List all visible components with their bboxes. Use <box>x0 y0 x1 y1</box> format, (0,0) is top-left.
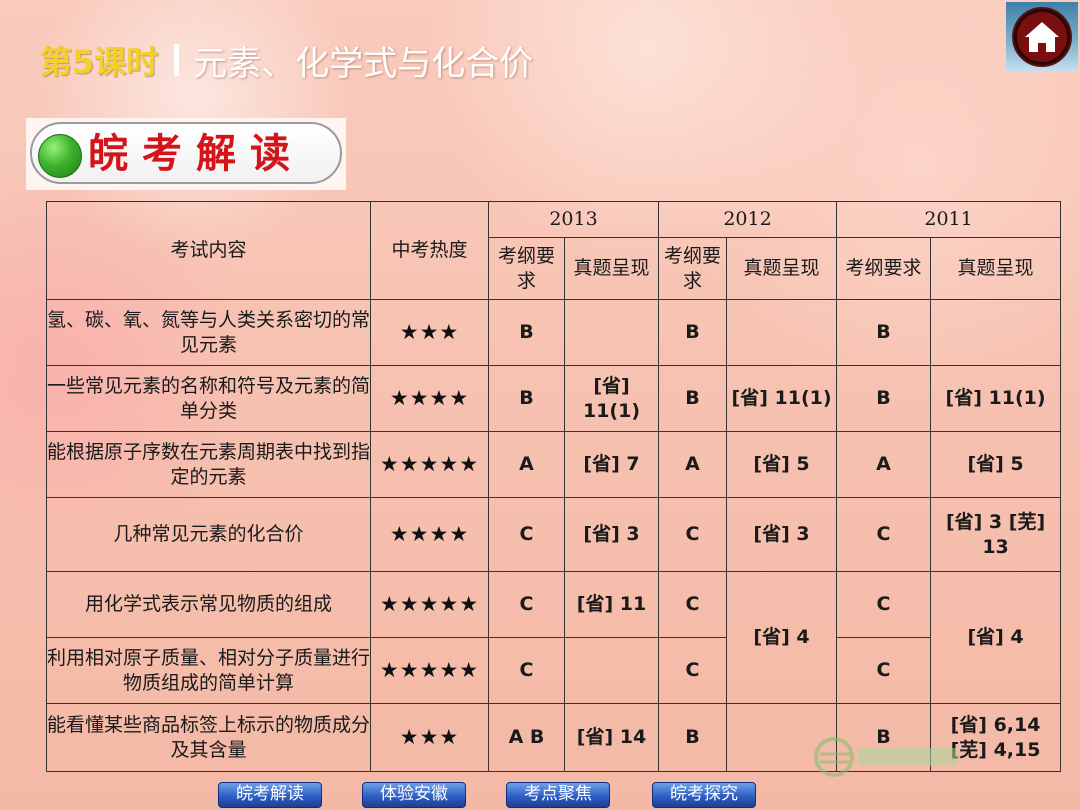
row-content: 能看懂某些商品标签上标示的物质成分及其含量 <box>46 703 371 772</box>
row-content: 用化学式表示常见物质的组成 <box>46 571 371 638</box>
green-dot-icon <box>38 134 82 178</box>
nav-button[interactable]: 体验安徽 <box>362 782 466 808</box>
exam-2013: [省] 11 <box>563 571 660 638</box>
sub-real: 真题呈现 <box>563 237 660 300</box>
table-row: 能根据原子序数在元素周期表中找到指定的元素 ★★★★★ A [省] 7 A [省… <box>46 431 1062 498</box>
section-banner: 皖考解读 <box>26 118 346 190</box>
req-2011: C <box>836 497 932 572</box>
row-stars: ★★★★ <box>370 365 489 432</box>
section-title: 皖考解读 <box>88 131 304 177</box>
slide-header: 第5课时 元素、化学式与化合价 <box>40 38 534 84</box>
sub-real: 真题呈现 <box>930 237 1062 300</box>
exam-2011: [省] 3 [芜] 13 <box>930 497 1062 572</box>
row-stars: ★★★★★ <box>370 571 489 638</box>
header-content: 考试内容 <box>46 201 371 300</box>
nav-button[interactable]: 皖考探究 <box>652 782 756 808</box>
lesson-label: 第5课时 <box>40 43 159 81</box>
sub-req: 考纲要求 <box>836 237 932 300</box>
req-2013: C <box>488 637 565 704</box>
bottom-nav: 皖考解读 体验安徽 考点聚焦 皖考探究 <box>0 780 1080 810</box>
section-pill: 皖考解读 <box>30 122 342 184</box>
req-2012: C <box>658 637 728 704</box>
req-2011: A <box>836 431 932 498</box>
sub-real: 真题呈现 <box>726 237 838 300</box>
row-content: 几种常见元素的化合价 <box>46 497 371 572</box>
req-2011: B <box>836 365 932 432</box>
req-2011: C <box>836 571 932 638</box>
home-button[interactable] <box>1006 2 1078 72</box>
req-2011: C <box>836 637 932 704</box>
header-divider <box>174 44 180 76</box>
exam-2011 <box>930 299 1062 366</box>
sub-req: 考纲要求 <box>488 237 565 300</box>
watermark-logo-icon <box>814 737 958 777</box>
nav-button[interactable]: 考点聚焦 <box>506 782 610 808</box>
exam-2012 <box>726 299 838 366</box>
row-content: 利用相对原子质量、相对分子质量进行物质组成的简单计算 <box>46 637 371 704</box>
req-2012: B <box>658 365 728 432</box>
sub-req: 考纲要求 <box>658 237 728 300</box>
header-heat: 中考热度 <box>370 201 489 300</box>
row-stars: ★★★★ <box>370 497 489 572</box>
req-2013: A B <box>488 703 565 772</box>
row-content: 能根据原子序数在元素周期表中找到指定的元素 <box>46 431 371 498</box>
table-row: 用化学式表示常见物质的组成 ★★★★★ C [省] 11 C [省] 4 C [… <box>46 571 1062 704</box>
req-2012: C <box>658 497 728 572</box>
req-2011: B <box>836 299 932 366</box>
table-row: 氢、碳、氧、氮等与人类关系密切的常见元素 ★★★ B B B <box>46 299 1062 366</box>
req-2013: C <box>488 571 565 638</box>
row-stars: ★★★★★ <box>370 431 489 498</box>
table-row: 一些常见元素的名称和符号及元素的简单分类 ★★★★ B [省] 11(1) B … <box>46 365 1062 432</box>
table-row: 利用相对原子质量、相对分子质量进行物质组成的简单计算 ★★★★★ C C C <box>46 637 1061 704</box>
exam-2012-merged: [省] 4 <box>726 571 838 704</box>
exam-2011: [省] 5 <box>930 431 1062 498</box>
slide-title: 元素、化学式与化合价 <box>193 43 534 84</box>
req-2012: B <box>658 299 728 366</box>
exam-2013: [省] 7 <box>563 431 660 498</box>
table-row: 几种常见元素的化合价 ★★★★ C [省] 3 C [省] 3 C [省] 3 … <box>46 497 1062 572</box>
row-content: 一些常见元素的名称和符号及元素的简单分类 <box>46 365 371 432</box>
home-icon <box>1012 7 1072 67</box>
row-stars: ★★★ <box>370 299 489 366</box>
row-stars: ★★★ <box>370 703 489 772</box>
exam-2013: [省] 3 <box>563 497 660 572</box>
exam-table: 考试内容 中考热度 2013 2012 2011 考纲要求 真题呈现 考纲要求 … <box>46 201 1062 772</box>
req-2013: B <box>488 365 565 432</box>
req-2013: B <box>488 299 565 366</box>
exam-2012: [省] 3 <box>726 497 838 572</box>
exam-2013: [省] 14 <box>563 703 660 772</box>
nav-button[interactable]: 皖考解读 <box>218 782 322 808</box>
exam-2011: [省] 11(1) <box>930 365 1062 432</box>
row-stars: ★★★★★ <box>370 637 489 704</box>
req-2012: C <box>658 571 728 638</box>
header-year-2012: 2012 <box>658 201 838 238</box>
header-year-2013: 2013 <box>487 201 660 238</box>
exam-2013: [省] 11(1) <box>563 365 660 432</box>
exam-2013 <box>563 299 660 366</box>
req-2012: B <box>658 703 728 772</box>
req-2013: A <box>488 431 565 498</box>
exam-2012: [省] 5 <box>726 431 838 498</box>
req-2013: C <box>488 497 565 572</box>
exam-2013 <box>563 637 660 704</box>
header-year-2011: 2011 <box>836 201 1062 238</box>
exam-2012: [省] 11(1) <box>726 365 838 432</box>
req-2012: A <box>658 431 728 498</box>
exam-2011-merged: [省] 4 <box>930 571 1062 704</box>
row-content: 氢、碳、氧、氮等与人类关系密切的常见元素 <box>46 299 371 366</box>
